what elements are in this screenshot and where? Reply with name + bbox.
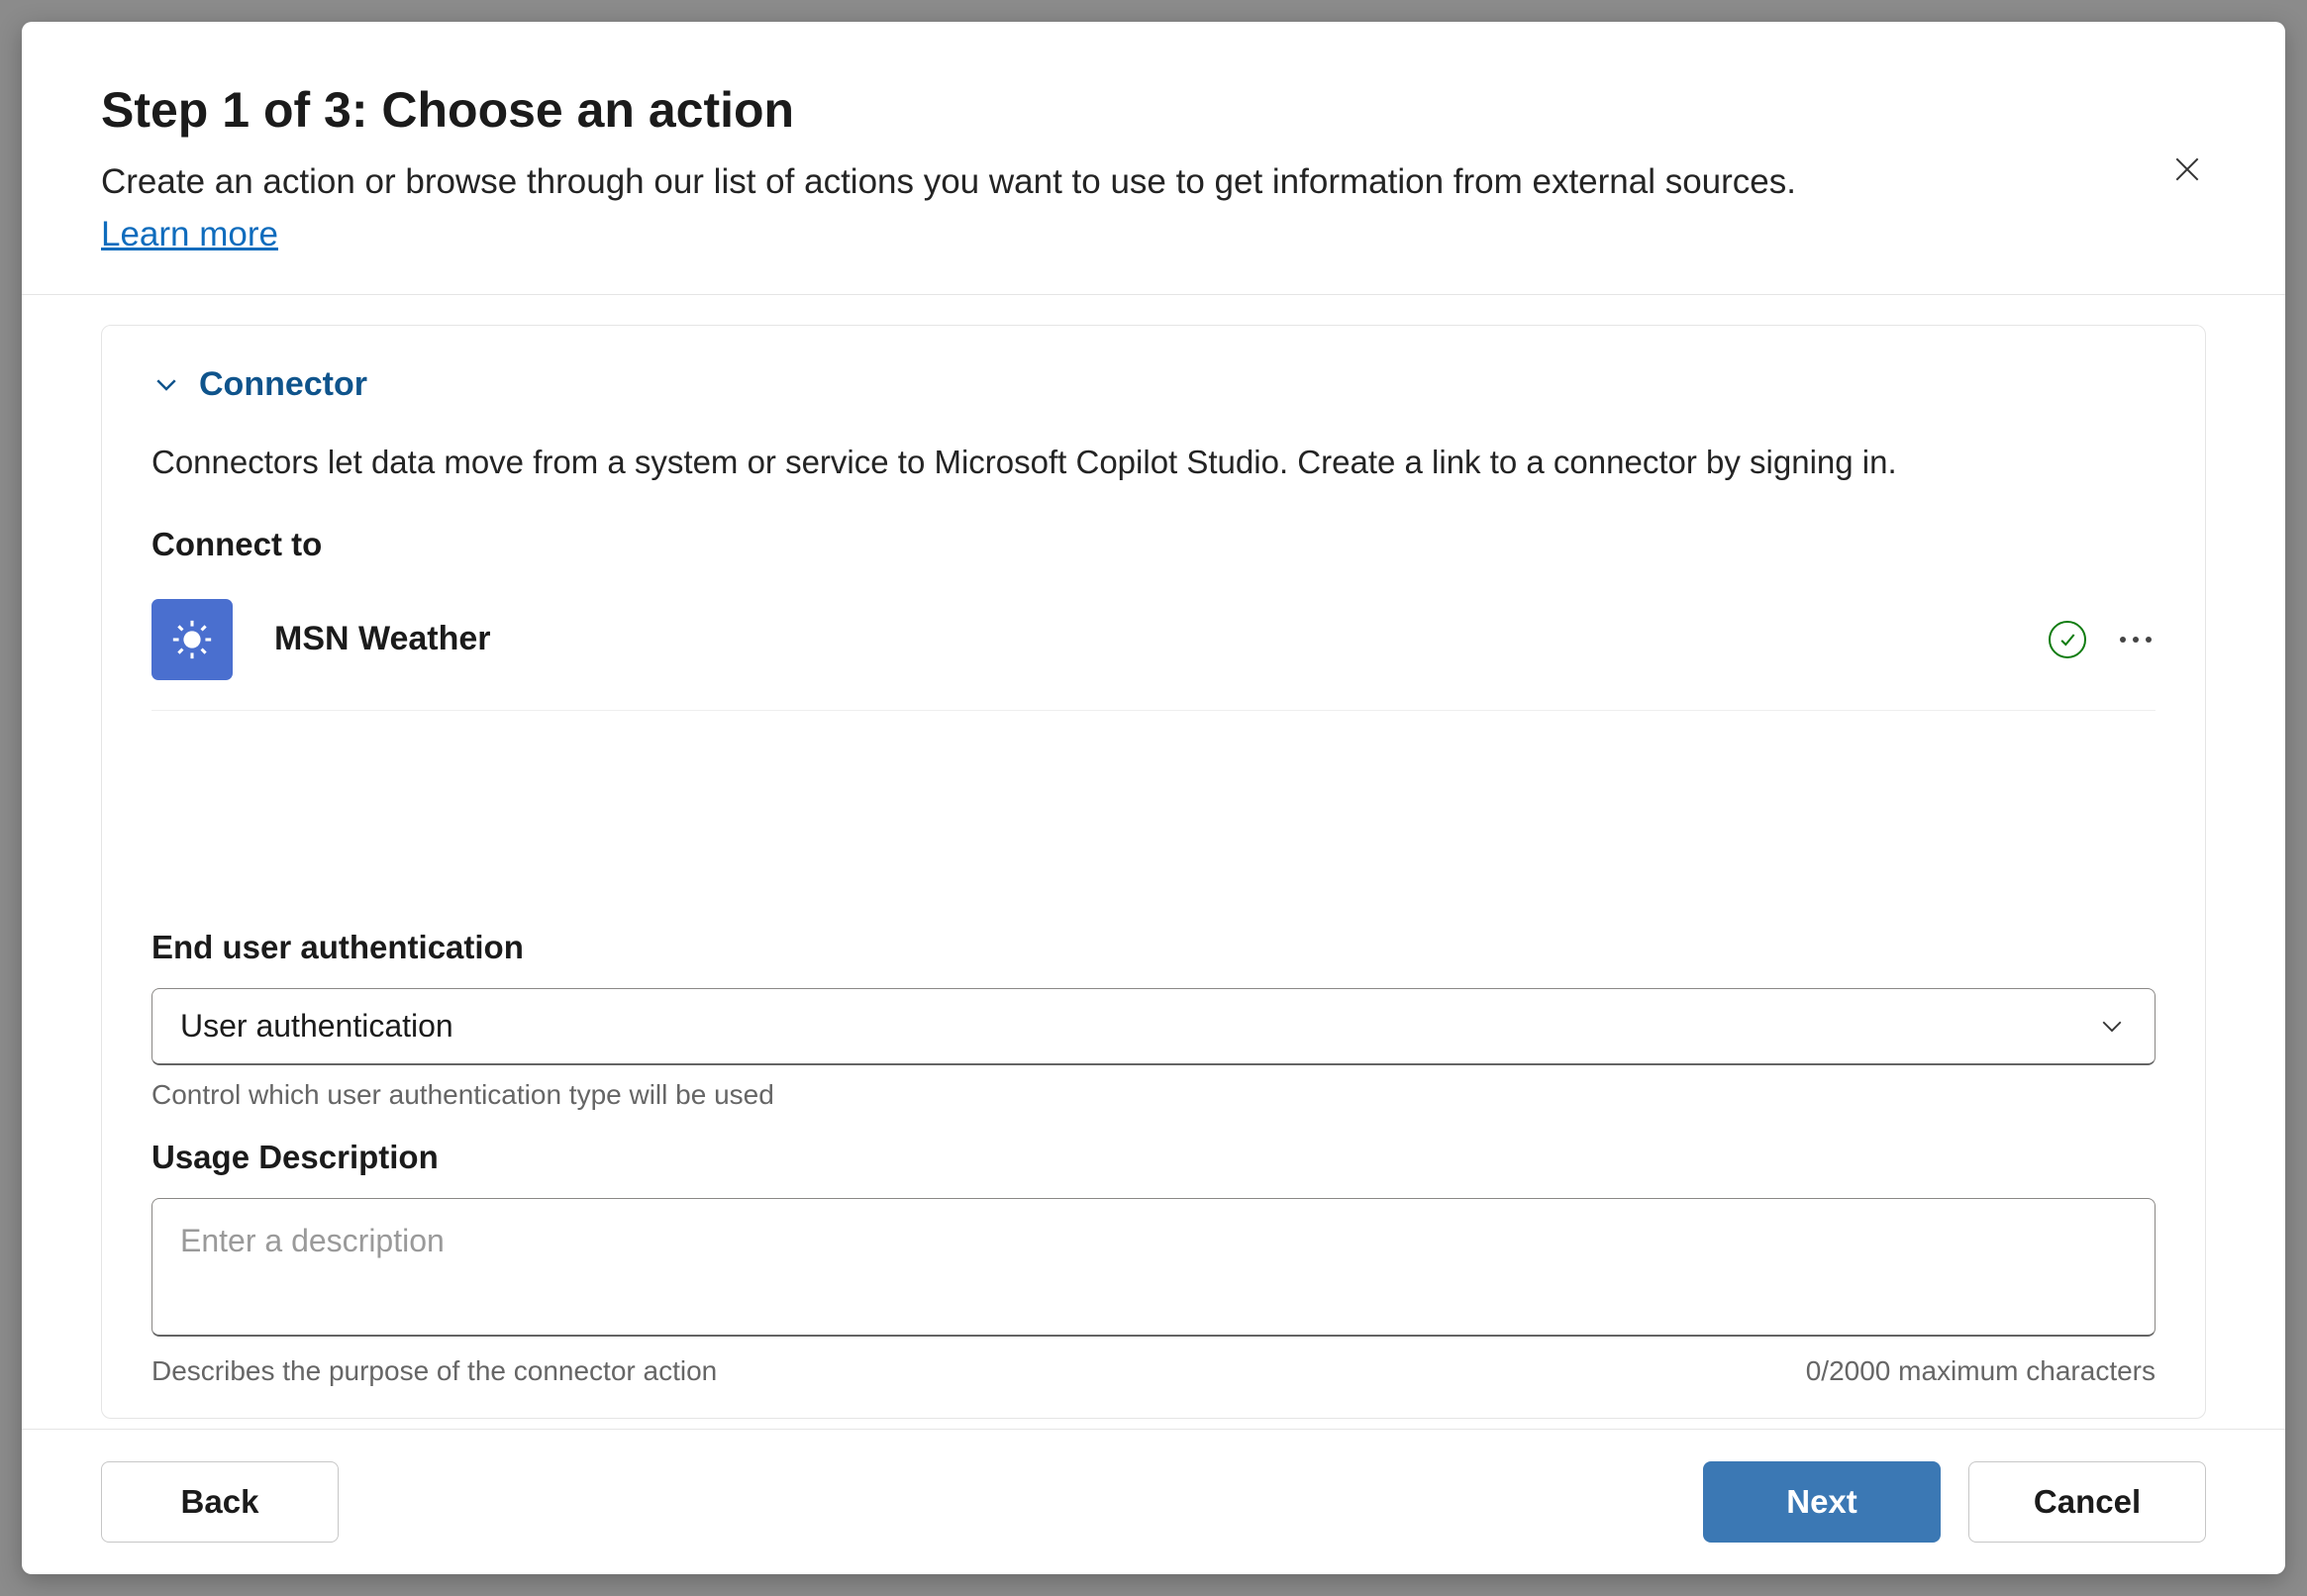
ellipsis-icon (2120, 637, 2126, 643)
auth-label: End user authentication (151, 929, 2156, 966)
usage-help: Describes the purpose of the connector a… (151, 1355, 717, 1387)
usage-label: Usage Description (151, 1139, 2156, 1176)
auth-select[interactable]: User authentication (151, 988, 2156, 1065)
connector-more-button[interactable] (2116, 627, 2156, 652)
usage-textarea[interactable] (151, 1198, 2156, 1337)
connect-to-label: Connect to (151, 526, 2156, 563)
modal-header: Step 1 of 3: Choose an action Create an … (22, 22, 2285, 295)
learn-more-link[interactable]: Learn more (101, 215, 278, 254)
close-button[interactable] (2163, 146, 2211, 193)
connector-section-toggle[interactable]: Connector (151, 365, 2156, 404)
back-button[interactable]: Back (101, 1461, 339, 1543)
modal-body: Connector Connectors let data move from … (22, 295, 2285, 1430)
auth-help: Control which user authentication type w… (151, 1079, 2156, 1111)
close-icon (2171, 153, 2203, 185)
connector-panel: Connector Connectors let data move from … (101, 325, 2206, 1420)
usage-counter: 0/2000 maximum characters (1806, 1355, 2156, 1387)
connector-section-title: Connector (199, 365, 367, 404)
connector-name: MSN Weather (274, 620, 2049, 658)
usage-field: Usage Description Describes the purpose … (151, 1139, 2156, 1387)
status-connected-icon (2049, 621, 2086, 658)
auth-field: End user authentication User authenticat… (151, 929, 2156, 1111)
connector-row: MSN Weather (151, 585, 2156, 711)
connector-section-desc: Connectors let data move from a system o… (151, 444, 2156, 481)
next-button[interactable]: Next (1703, 1461, 1941, 1543)
modal-footer: Back Next Cancel (22, 1429, 2285, 1574)
auth-value: User authentication (180, 1008, 453, 1045)
msn-weather-icon (151, 599, 233, 680)
chevron-down-icon (151, 369, 181, 399)
modal-dialog: Step 1 of 3: Choose an action Create an … (22, 22, 2285, 1574)
cancel-button[interactable]: Cancel (1968, 1461, 2206, 1543)
chevron-down-icon (2097, 1011, 2127, 1041)
modal-subtitle: Create an action or browse through our l… (101, 156, 2206, 209)
modal-title: Step 1 of 3: Choose an action (101, 81, 2206, 139)
